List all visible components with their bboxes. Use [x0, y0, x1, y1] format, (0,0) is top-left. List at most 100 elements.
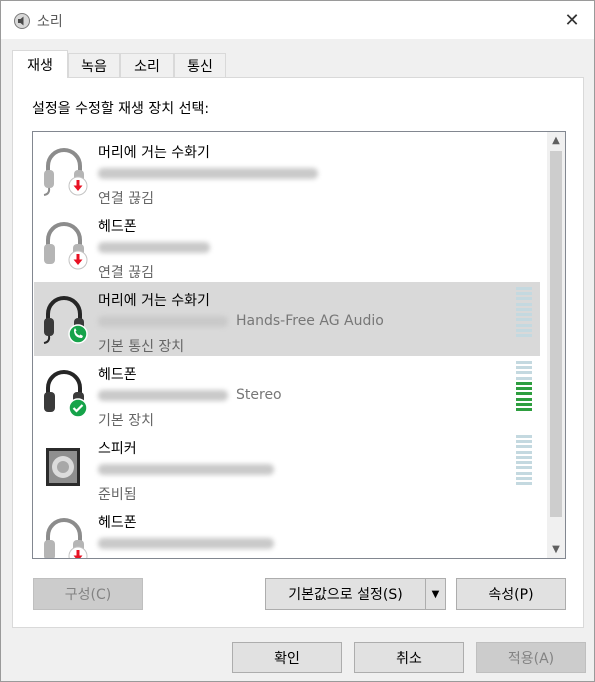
level-segment	[516, 397, 532, 401]
level-segment	[516, 466, 532, 470]
device-name: 머리에 거는 수화기	[98, 293, 210, 309]
device-row[interactable]: 머리에 거는 수화기연결 끊김	[34, 134, 540, 208]
redacted-text	[98, 241, 210, 253]
level-segment	[516, 323, 532, 327]
device-description-text: Stereo	[236, 387, 282, 403]
device-name: 머리에 거는 수화기	[98, 145, 210, 161]
ok-button[interactable]: 확인	[232, 642, 342, 673]
sound-dialog: 소리 ✕ 재생 녹음 소리 통신 설정을 수정할 재생 장치 선택: ▲ ▼ 머…	[0, 0, 595, 682]
apply-button[interactable]: 적용(A)	[476, 642, 586, 673]
device-status: 준비됨	[98, 487, 137, 503]
apply-button-label: 적용(A)	[507, 650, 555, 667]
volume-level-meter	[516, 361, 532, 411]
close-button[interactable]: ✕	[550, 1, 594, 39]
chevron-down-icon: ▼	[431, 588, 440, 600]
device-description: Stereo	[98, 387, 282, 403]
phone-badge-icon	[68, 324, 88, 344]
device-name: 헤드폰	[98, 515, 137, 531]
disconnected-badge-icon	[68, 546, 88, 558]
tab-communications[interactable]: 통신	[174, 53, 226, 77]
redacted-text	[98, 463, 274, 475]
device-status: 연결 끊김	[98, 265, 154, 281]
scroll-down-button[interactable]: ▼	[547, 541, 565, 558]
level-segment	[516, 407, 532, 411]
tab-label: 통신	[187, 58, 213, 75]
tab-sounds[interactable]: 소리	[120, 53, 174, 77]
device-row[interactable]: 헤드폰 Stereo 기본 장치	[34, 356, 540, 430]
level-segment	[516, 307, 532, 311]
vertical-scrollbar[interactable]: ▲ ▼	[547, 132, 565, 558]
redacted-text	[98, 167, 318, 179]
redacted-text	[98, 537, 274, 549]
device-description	[98, 239, 218, 255]
level-segment	[516, 366, 532, 370]
level-segment	[516, 440, 532, 444]
properties-button-label: 속성(P)	[488, 587, 534, 603]
level-segment	[516, 476, 532, 480]
level-segment	[516, 392, 532, 396]
ok-button-label: 확인	[274, 650, 300, 667]
level-segment	[516, 328, 532, 332]
tab-playback[interactable]: 재생	[12, 50, 68, 78]
chevron-down-icon: ▼	[552, 544, 560, 555]
level-segment	[516, 481, 532, 485]
device-status: 연결 끊김	[98, 191, 154, 207]
set-default-dropdown-button[interactable]: ▼	[425, 579, 445, 609]
redacted-text	[98, 389, 228, 401]
level-segment	[516, 371, 532, 375]
disconnected-badge-icon	[68, 176, 88, 196]
scroll-thumb[interactable]	[550, 151, 562, 517]
check-badge-icon	[68, 398, 88, 418]
set-default-button[interactable]: 기본값으로 설정(S) ▼	[265, 578, 446, 610]
cancel-button-label: 취소	[396, 650, 422, 667]
device-description-text: Hands-Free AG Audio	[236, 313, 384, 329]
level-segment	[516, 402, 532, 406]
level-segment	[516, 287, 532, 290]
tab-label: 재생	[27, 57, 53, 74]
cancel-button[interactable]: 취소	[354, 642, 464, 673]
playback-panel: 설정을 수정할 재생 장치 선택: ▲ ▼ 머리에 거는 수화기 연결 끊김 헤드폰…	[12, 77, 584, 628]
configure-button[interactable]: 구성(C)	[33, 578, 143, 610]
level-segment	[516, 318, 532, 322]
device-row[interactable]: 스피커준비됨	[34, 430, 540, 504]
device-list[interactable]: ▲ ▼ 머리에 거는 수화기 연결 끊김 헤드폰 연결 끊김 머리에 거는 수화기 Han…	[32, 131, 566, 559]
speaker-title-icon	[14, 13, 30, 29]
device-status: 기본 통신 장치	[98, 339, 185, 355]
level-segment	[516, 461, 532, 465]
disconnected-badge-icon	[68, 250, 88, 270]
configure-button-label: 구성(C)	[64, 587, 112, 603]
level-segment	[516, 445, 532, 449]
headset-icon	[40, 142, 88, 198]
volume-level-meter	[516, 287, 532, 337]
headphones-icon	[40, 364, 88, 420]
speaker-icon	[40, 438, 88, 494]
level-segment	[516, 333, 532, 337]
close-icon: ✕	[564, 9, 580, 31]
volume-level-meter	[516, 435, 532, 485]
device-status: 연결되지 않음	[98, 558, 180, 559]
device-row[interactable]: 머리에 거는 수화기 Hands-Free AG Audio 기본 통신 장치	[34, 282, 540, 356]
device-row[interactable]: 헤드폰연결되지 않음	[34, 504, 540, 559]
device-row[interactable]: 헤드폰연결 끊김	[34, 208, 540, 282]
scroll-up-button[interactable]: ▲	[547, 132, 565, 149]
headset-icon	[40, 290, 88, 346]
device-description	[98, 535, 282, 551]
device-name: 스피커	[98, 441, 137, 457]
instruction-label: 설정을 수정할 재생 장치 선택:	[32, 101, 210, 117]
level-segment	[516, 302, 532, 306]
level-segment	[516, 313, 532, 317]
tab-recording[interactable]: 녹음	[68, 53, 120, 77]
set-default-button-label: 기본값으로 설정(S)	[288, 587, 403, 603]
device-name: 헤드폰	[98, 367, 137, 383]
device-name: 헤드폰	[98, 219, 137, 235]
device-description	[98, 461, 282, 477]
chevron-up-icon: ▲	[552, 135, 560, 146]
properties-button[interactable]: 속성(P)	[456, 578, 566, 610]
level-segment	[516, 376, 532, 380]
device-description: Hands-Free AG Audio	[98, 313, 384, 329]
title-bar: 소리 ✕	[1, 1, 594, 39]
window-title: 소리	[37, 14, 63, 30]
tab-label: 녹음	[81, 58, 107, 75]
level-segment	[516, 381, 532, 385]
level-segment	[516, 471, 532, 475]
